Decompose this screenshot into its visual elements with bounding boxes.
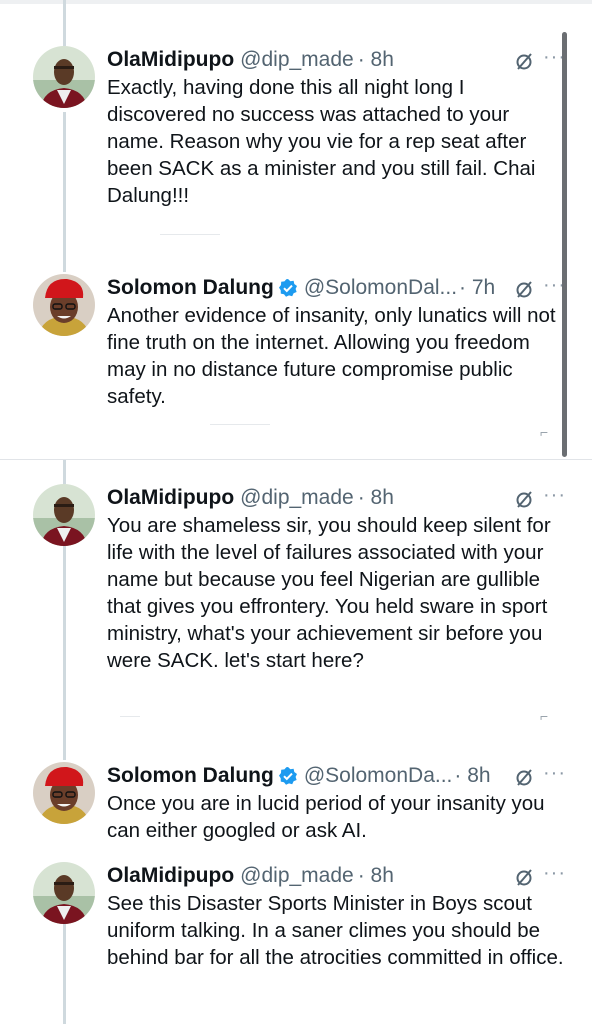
avatar[interactable]: [33, 484, 95, 546]
thread-line: [63, 112, 66, 272]
user-handle[interactable]: @SolomonDa...: [304, 764, 453, 788]
user-handle[interactable]: @SolomonDal...: [304, 276, 457, 300]
avatar[interactable]: [33, 762, 95, 824]
tweet-text: Exactly, having done this all night long…: [107, 76, 536, 207]
user-handle[interactable]: @dip_made: [240, 486, 354, 510]
timestamp[interactable]: · 8h: [358, 486, 394, 510]
thread-line: [63, 546, 66, 760]
share-icon[interactable]: ⌐: [540, 708, 548, 724]
display-name[interactable]: OlaMidipupo: [107, 864, 234, 888]
avatar[interactable]: [33, 46, 95, 108]
grok-icon[interactable]: [514, 489, 534, 509]
more-icon[interactable]: ···: [543, 762, 566, 790]
timestamp[interactable]: · 8h: [358, 48, 394, 72]
thread-line: [63, 0, 66, 46]
timestamp[interactable]: · 8h: [358, 864, 394, 888]
display-name[interactable]: Solomon Dalung: [107, 764, 274, 788]
avatar[interactable]: [33, 862, 95, 924]
tweet-text: You are shameless sir, you should keep s…: [107, 514, 551, 672]
more-icon[interactable]: ···: [543, 484, 566, 512]
verified-badge-icon: [278, 767, 297, 785]
grok-icon[interactable]: [514, 51, 534, 71]
top-edge: [0, 0, 592, 4]
display-name[interactable]: OlaMidipupo: [107, 486, 234, 510]
grok-icon[interactable]: [514, 767, 534, 787]
share-icon[interactable]: ⌐: [540, 424, 548, 440]
timestamp[interactable]: · 8h: [454, 764, 490, 788]
more-icon[interactable]: ···: [543, 862, 566, 890]
user-handle[interactable]: @dip_made: [240, 864, 354, 888]
tweet-text: Another evidence of insanity, only lunat…: [107, 304, 556, 408]
display-name[interactable]: OlaMidipupo: [107, 48, 234, 72]
timestamp[interactable]: · 7h: [459, 276, 495, 300]
scrollbar[interactable]: [562, 32, 567, 457]
section-divider: [0, 459, 592, 460]
faint-action-row: [160, 234, 220, 235]
faint-action-row: [120, 716, 140, 717]
avatar[interactable]: [33, 274, 95, 336]
verified-badge-icon: [278, 279, 297, 297]
grok-icon[interactable]: [514, 279, 534, 299]
faint-action-row: [210, 424, 270, 425]
thread-line: [63, 460, 66, 484]
tweet-text: See this Disaster Sports Minister in Boy…: [107, 892, 564, 969]
display-name[interactable]: Solomon Dalung: [107, 276, 274, 300]
grok-icon[interactable]: [514, 867, 534, 887]
user-handle[interactable]: @dip_made: [240, 48, 354, 72]
tweet-text: Once you are in lucid period of your ins…: [107, 792, 545, 842]
